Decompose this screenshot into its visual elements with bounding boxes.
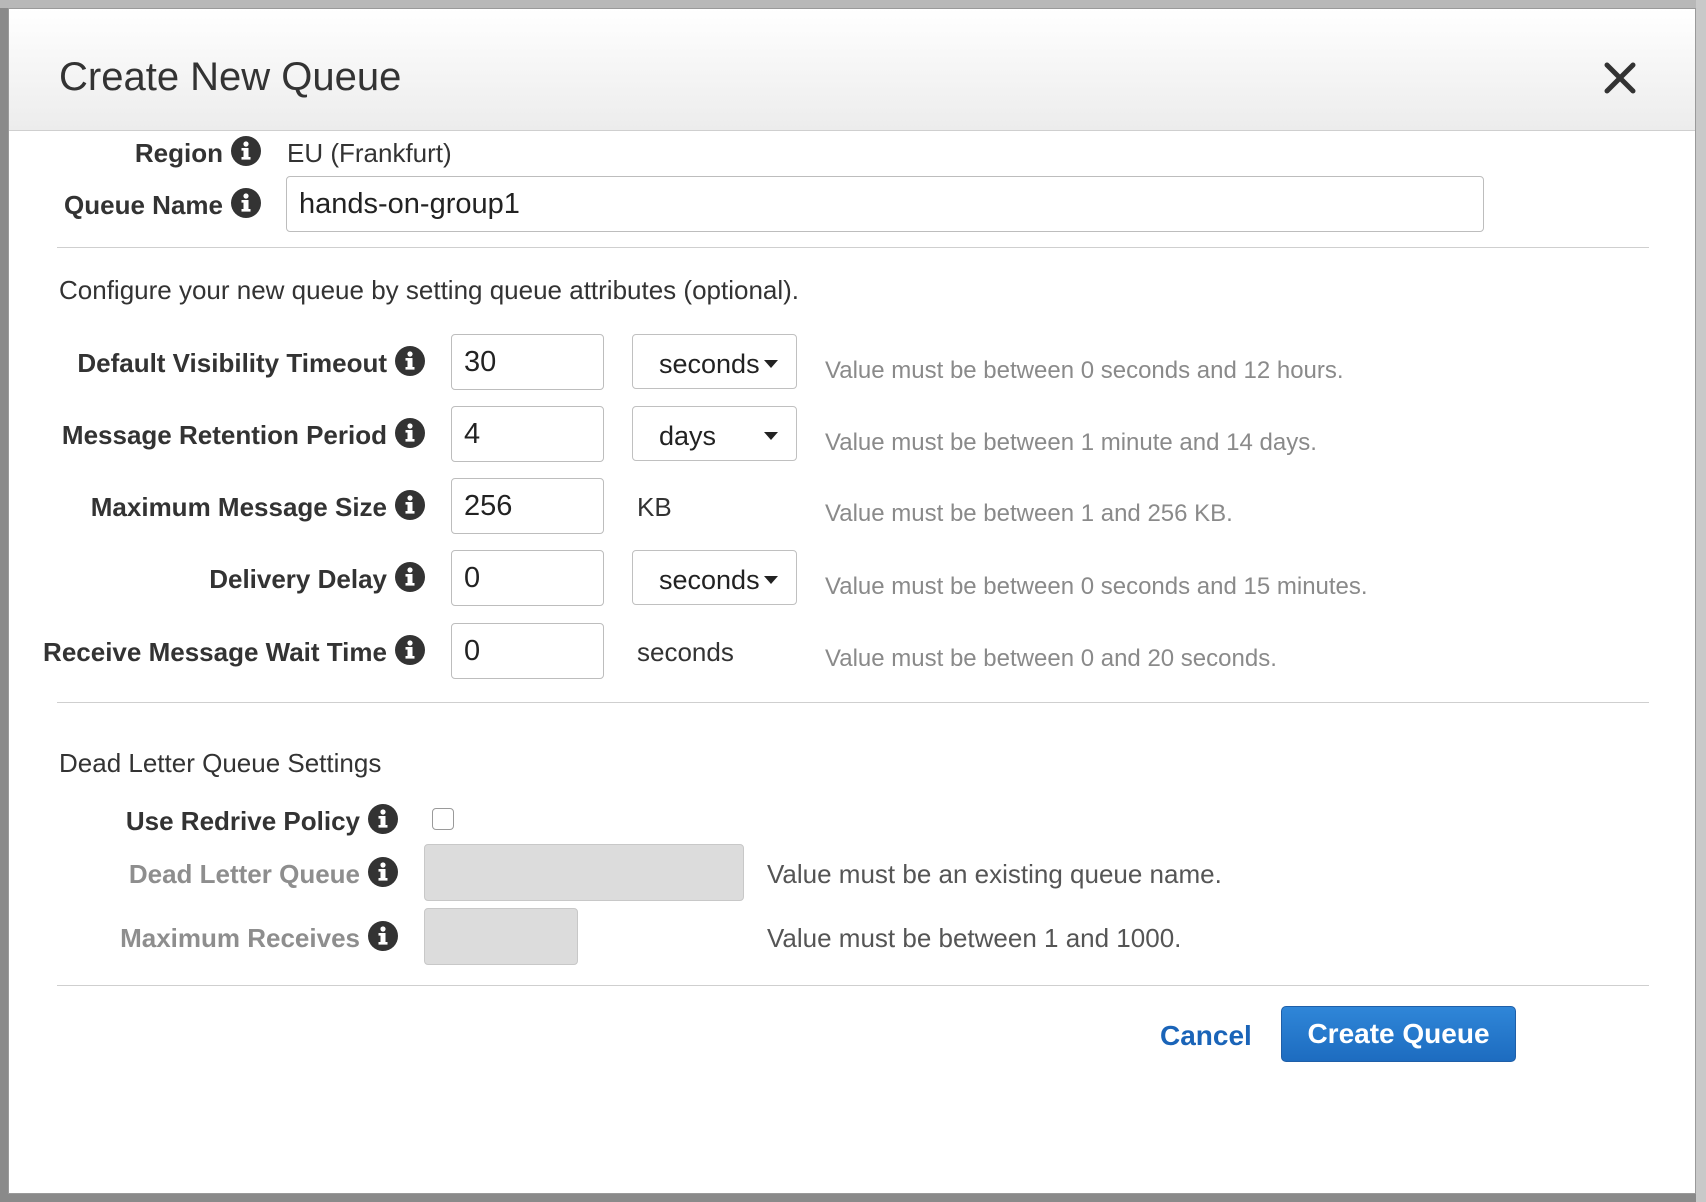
use-redrive-policy-checkbox[interactable]: [432, 808, 454, 830]
info-icon[interactable]: [395, 635, 425, 665]
receive-wait-time-hint: Value must be between 0 and 20 seconds.: [825, 645, 1277, 672]
max-receives-label: Maximum Receives: [120, 923, 360, 953]
queue-name-input[interactable]: [286, 176, 1484, 232]
info-icon[interactable]: [368, 857, 398, 887]
info-icon[interactable]: [231, 188, 261, 218]
dead-letter-section-title: Dead Letter Queue Settings: [59, 748, 382, 778]
visibility-timeout-label: Default Visibility Timeout: [77, 348, 387, 378]
info-icon[interactable]: [395, 346, 425, 376]
delivery-delay-input[interactable]: [451, 550, 604, 606]
chevron-down-icon: [764, 576, 778, 584]
max-message-size-unit: KB: [637, 492, 672, 522]
delivery-delay-unit-value: seconds: [659, 565, 760, 595]
retention-period-unit-value: days: [659, 421, 717, 451]
queue-name-label: Queue Name: [64, 190, 223, 220]
retention-period-hint: Value must be between 1 minute and 14 da…: [825, 429, 1317, 456]
visibility-timeout-unit-value: seconds: [659, 349, 760, 379]
delivery-delay-label: Delivery Delay: [209, 564, 387, 594]
retention-period-input[interactable]: [451, 406, 604, 462]
dead-letter-queue-input[interactable]: [424, 844, 744, 901]
info-icon[interactable]: [395, 490, 425, 520]
divider: [57, 247, 1649, 248]
max-message-size-input[interactable]: [451, 478, 604, 534]
dead-letter-queue-label: Dead Letter Queue: [128, 859, 360, 889]
dialog-header: Create New Queue: [9, 9, 1695, 131]
max-receives-hint: Value must be between 1 and 1000.: [767, 923, 1182, 953]
retention-period-label: Message Retention Period: [61, 420, 387, 450]
visibility-timeout-hint: Value must be between 0 seconds and 12 h…: [825, 357, 1344, 384]
max-message-size-label: Maximum Message Size: [90, 492, 387, 522]
max-receives-input[interactable]: [424, 908, 578, 965]
info-icon[interactable]: [368, 804, 398, 834]
divider: [57, 985, 1649, 986]
visibility-timeout-unit-select[interactable]: seconds: [632, 334, 797, 389]
receive-wait-time-label: Receive Message Wait Time: [43, 637, 387, 667]
info-icon[interactable]: [395, 562, 425, 592]
use-redrive-policy-label: Use Redrive Policy: [125, 806, 360, 836]
receive-wait-time-input[interactable]: [451, 623, 604, 679]
info-icon[interactable]: [231, 136, 261, 166]
cancel-button[interactable]: Cancel: [1160, 1020, 1252, 1052]
attributes-intro: Configure your new queue by setting queu…: [59, 275, 800, 305]
receive-wait-time-unit: seconds: [637, 637, 734, 667]
dead-letter-queue-hint: Value must be an existing queue name.: [767, 859, 1222, 889]
delivery-delay-hint: Value must be between 0 seconds and 15 m…: [825, 573, 1368, 600]
retention-period-unit-select[interactable]: days: [632, 406, 797, 461]
visibility-timeout-input[interactable]: [451, 334, 604, 390]
backdrop: [0, 0, 1706, 8]
chevron-down-icon: [764, 360, 778, 368]
backdrop-edge: [1696, 0, 1706, 1202]
close-button[interactable]: [1603, 61, 1637, 95]
info-icon[interactable]: [395, 418, 425, 448]
max-message-size-hint: Value must be between 1 and 256 KB.: [825, 500, 1233, 527]
close-icon: [1604, 62, 1636, 94]
create-queue-dialog: Create New Queue Region EU (Frankfurt) Q…: [8, 8, 1696, 1194]
region-label: Region: [134, 138, 223, 168]
delivery-delay-unit-select[interactable]: seconds: [632, 550, 797, 605]
region-value: EU (Frankfurt): [287, 138, 452, 168]
dialog-title: Create New Queue: [59, 55, 402, 99]
chevron-down-icon: [764, 432, 778, 440]
info-icon[interactable]: [368, 921, 398, 951]
create-queue-button[interactable]: Create Queue: [1281, 1006, 1516, 1062]
divider: [57, 702, 1649, 703]
